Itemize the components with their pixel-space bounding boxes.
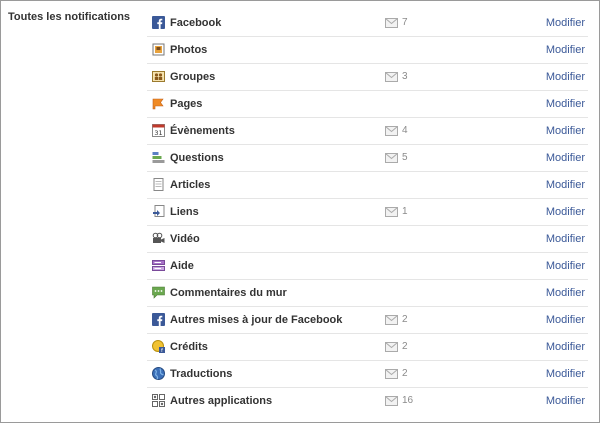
email-icon [385, 396, 398, 406]
photos-icon [152, 43, 165, 56]
row-label: Traductions [170, 368, 233, 380]
row-label: Vidéo [170, 233, 200, 245]
row-label: Aide [170, 260, 194, 272]
row-label: Liens [170, 206, 199, 218]
svg-text:31: 31 [154, 129, 162, 137]
edit-link[interactable]: Modifier [546, 341, 585, 353]
credits-icon: f [152, 340, 165, 353]
list-item: Pages Modifier [147, 91, 588, 118]
email-icon [385, 207, 398, 217]
row-label: Groupes [170, 71, 216, 83]
email-count: 1 [402, 206, 408, 217]
email-count: 5 [402, 152, 408, 163]
list-item: Aide Modifier [147, 253, 588, 280]
email-icon [385, 18, 398, 28]
list-item: 31 Évènements 4 Modifier [147, 118, 588, 145]
email-icon [385, 153, 398, 163]
row-label: Crédits [170, 341, 208, 353]
email-count: 16 [402, 395, 414, 406]
row-label: Autres mises à jour de Facebook [170, 314, 343, 326]
list-item: Vidéo Modifier [147, 226, 588, 253]
section-title: Toutes les notifications [8, 11, 131, 23]
video-camera-icon [152, 232, 165, 245]
list-item: Facebook 7 Modifier [147, 10, 588, 37]
list-item: Groupes 3 Modifier [147, 64, 588, 91]
list-item: Autres applications 16 Modifier [147, 388, 588, 415]
edit-link[interactable]: Modifier [546, 233, 585, 245]
calendar-icon: 31 [152, 124, 165, 137]
pages-flag-icon [152, 97, 165, 110]
edit-link[interactable]: Modifier [546, 395, 585, 407]
row-label: Évènements [170, 125, 235, 137]
facebook-icon [152, 16, 165, 29]
row-label: Facebook [170, 17, 222, 29]
row-label: Photos [170, 44, 208, 56]
edit-link[interactable]: Modifier [546, 152, 585, 164]
email-count: 7 [402, 17, 408, 28]
email-count: 2 [402, 368, 408, 379]
email-count: 4 [402, 125, 408, 136]
edit-link[interactable]: Modifier [546, 71, 585, 83]
list-item: Liens 1 Modifier [147, 199, 588, 226]
row-label: Questions [170, 152, 224, 164]
email-icon [385, 126, 398, 136]
notifications-panel: Toutes les notifications Facebook 7 Modi… [0, 0, 600, 423]
list-item: Questions 5 Modifier [147, 145, 588, 172]
help-icon [152, 259, 165, 272]
email-icon [385, 315, 398, 325]
edit-link[interactable]: Modifier [546, 368, 585, 380]
link-icon [152, 205, 165, 218]
email-icon [385, 342, 398, 352]
apps-icon [152, 394, 165, 407]
list-item: Photos Modifier [147, 37, 588, 64]
row-label: Articles [170, 179, 211, 191]
row-label: Pages [170, 98, 203, 110]
groups-icon [152, 70, 165, 83]
row-label: Commentaires du mur [170, 287, 287, 299]
email-count: 2 [402, 314, 408, 325]
edit-link[interactable]: Modifier [546, 17, 585, 29]
edit-link[interactable]: Modifier [546, 179, 585, 191]
row-label: Autres applications [170, 395, 273, 407]
edit-link[interactable]: Modifier [546, 206, 585, 218]
questions-icon [152, 151, 165, 164]
edit-link[interactable]: Modifier [546, 98, 585, 110]
list-item: Commentaires du mur Modifier [147, 280, 588, 307]
globe-icon [152, 367, 165, 380]
list-item: Articles Modifier [147, 172, 588, 199]
wall-comment-icon [152, 286, 165, 299]
notification-list: Facebook 7 Modifier Photos Modifier Grou… [147, 10, 588, 415]
email-icon [385, 72, 398, 82]
email-count: 2 [402, 341, 408, 352]
list-item: Traductions 2 Modifier [147, 361, 588, 388]
email-count: 3 [402, 71, 408, 82]
edit-link[interactable]: Modifier [546, 287, 585, 299]
edit-link[interactable]: Modifier [546, 314, 585, 326]
edit-link[interactable]: Modifier [546, 44, 585, 56]
edit-link[interactable]: Modifier [546, 260, 585, 272]
list-item: f Crédits 2 Modifier [147, 334, 588, 361]
notes-icon [152, 178, 165, 191]
facebook-icon [152, 313, 165, 326]
email-icon [385, 369, 398, 379]
edit-link[interactable]: Modifier [546, 125, 585, 137]
list-item: Autres mises à jour de Facebook 2 Modifi… [147, 307, 588, 334]
